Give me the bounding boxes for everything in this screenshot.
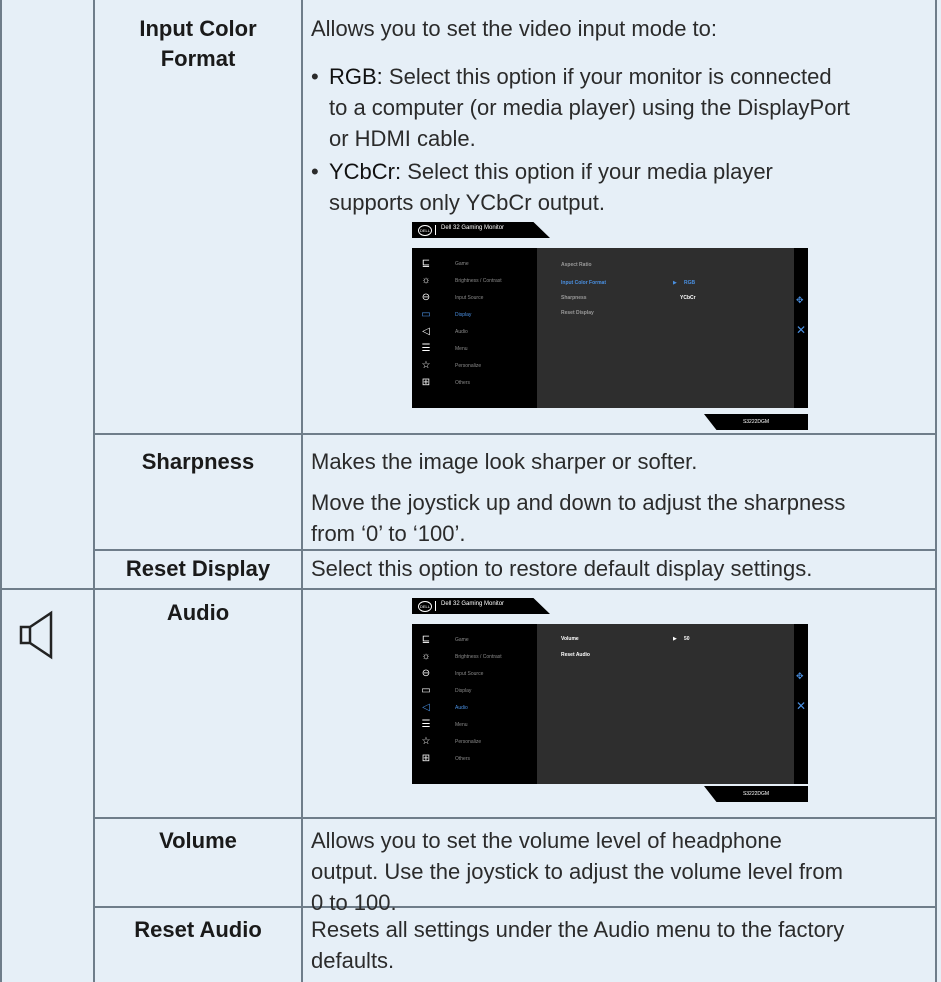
sharpness-desc-line: Move the joystick up and down to adjust … <box>311 490 846 515</box>
audio-icon: ◁ <box>422 702 430 713</box>
row-divider <box>93 549 937 551</box>
input-color-format-intro: Allows you to set the video input mode t… <box>311 16 718 41</box>
selection-arrow-icon: ▶ <box>673 636 677 642</box>
game-icon: ⊑ <box>421 634 431 645</box>
reset-display-desc: Select this option to restore default di… <box>311 556 813 581</box>
bullet-dot: • <box>311 64 319 89</box>
dell-logo: DELL <box>418 225 432 236</box>
rgb-desc: to a computer (or media player) using th… <box>329 95 850 120</box>
osd-title-bar: DELL Dell 32 Gaming Monitor <box>412 598 550 614</box>
osd-right-strip: ✥ ✕ <box>794 248 808 408</box>
rgb-desc: or HDMI cable. <box>329 126 476 151</box>
input-source-icon: ⊖ <box>421 668 431 679</box>
row-divider <box>0 588 937 590</box>
ycbcr-bullet: • YCbCr: Select this option if your medi… <box>311 156 921 220</box>
ycbcr-desc: supports only YCbCr output. <box>329 190 605 215</box>
joystick-icon: ✥ <box>796 295 804 305</box>
icon-col-left-border <box>0 0 2 982</box>
osd-body: ⊑ Game ☼ Brightness / Contrast ⊖ Input Sour… <box>412 624 808 784</box>
row-divider <box>93 817 937 819</box>
audio-label: Audio <box>166 600 230 625</box>
sharpness-desc-line: Makes the image look sharper or softer. <box>311 449 698 474</box>
volume-desc: Allows you to set the volume level of he… <box>311 825 929 918</box>
table-right-border <box>935 0 937 982</box>
menu-icon: ☰ <box>421 343 431 354</box>
osd-value-volume: 50 <box>684 636 690 642</box>
game-icon: ⊑ <box>421 258 431 269</box>
display-icon: ▭ <box>421 685 431 696</box>
osd-right-strip: ✥ ✕ <box>794 624 808 784</box>
volume-label: Volume <box>159 828 237 853</box>
menu-icon: ☰ <box>421 719 431 730</box>
osd-title: Dell 32 Gaming Monitor <box>441 601 505 607</box>
audio-icon: ◁ <box>422 326 430 337</box>
osd-main-panel: Aspect Ratio Input Color Format Sharpnes… <box>537 248 794 408</box>
rgb-bullet: • RGB: Select this option if your monito… <box>311 61 921 157</box>
reset-audio-desc: Resets all settings under the Audio menu… <box>311 914 929 976</box>
osd-model-label: S3222DGM <box>704 414 808 430</box>
osd-option-volume: Volume <box>561 636 579 642</box>
close-icon: ✕ <box>796 699 807 713</box>
speaker-icon <box>19 610 53 660</box>
others-icon: ⊞ <box>421 377 431 388</box>
reset-display-label: Reset Display <box>125 556 271 581</box>
volume-desc-line: Allows you to set the volume level of he… <box>311 828 782 853</box>
osd-display-screenshot: DELL Dell 32 Gaming Monitor ⊑ Game ☼ Brigh… <box>412 222 808 434</box>
sharpness-desc-line: from ‘0’ to ‘100’. <box>311 521 466 546</box>
display-icon: ▭ <box>421 309 431 320</box>
reset-audio-label: Reset Audio <box>134 917 262 942</box>
osd-main-panel: Volume Reset Audio ▶ 50 <box>537 624 794 784</box>
osd-title: Dell 32 Gaming Monitor <box>441 225 505 231</box>
joystick-icon: ✥ <box>796 671 804 681</box>
reset-audio-desc-line: defaults. <box>311 948 395 973</box>
osd-value-rgb: RGB <box>684 280 696 286</box>
osd-option-reset-display: Reset Display <box>561 310 594 316</box>
close-icon: ✕ <box>796 323 807 337</box>
volume-desc-line: output. Use the joystick to adjust the v… <box>311 859 843 884</box>
sharpness-label: Sharpness <box>141 449 255 474</box>
label-line: Format <box>160 46 236 71</box>
rgb-desc: Select this option if your monitor is co… <box>388 64 832 89</box>
dell-logo: DELL <box>418 601 432 612</box>
bullet-dot: • <box>311 159 319 184</box>
osd-value-ycbcr: YCbCr <box>680 295 696 301</box>
reset-audio-desc-line: Resets all settings under the Audio menu… <box>311 917 845 942</box>
osd-option-reset-audio: Reset Audio <box>561 652 590 658</box>
others-icon: ⊞ <box>421 753 431 764</box>
selection-arrow-icon: ▶ <box>673 280 677 286</box>
osd-option-input-color-format: Input Color Format <box>561 280 606 286</box>
sharpness-desc: Makes the image look sharper or softer. <box>311 446 929 477</box>
brightness-icon: ☼ <box>421 275 431 286</box>
table-col-divider <box>301 0 303 982</box>
ycbcr-term: YCbCr: <box>329 159 402 184</box>
personalize-icon: ☆ <box>421 736 431 747</box>
label-line: Input Color <box>139 16 257 41</box>
osd-body: ⊑ Game ☼ Brightness / Contrast ⊖ Input Sour… <box>412 248 808 408</box>
osd-audio-screenshot: DELL Dell 32 Gaming Monitor ⊑ Game ☼ Brigh… <box>412 598 808 802</box>
sharpness-desc-2: Move the joystick up and down to adjust … <box>311 487 929 549</box>
brightness-icon: ☼ <box>421 651 431 662</box>
personalize-icon: ☆ <box>421 360 431 371</box>
rgb-term: RGB: <box>329 64 383 89</box>
osd-model-label: S3222DGM <box>704 786 808 802</box>
osd-option-sharpness: Sharpness <box>561 295 587 301</box>
osd-option-aspect-ratio: Aspect Ratio <box>561 262 592 268</box>
osd-title-bar: DELL Dell 32 Gaming Monitor <box>412 222 550 238</box>
input-source-icon: ⊖ <box>421 292 431 303</box>
ycbcr-desc: Select this option if your media player <box>407 159 773 184</box>
input-color-format-label: Input Color Format <box>95 14 301 74</box>
